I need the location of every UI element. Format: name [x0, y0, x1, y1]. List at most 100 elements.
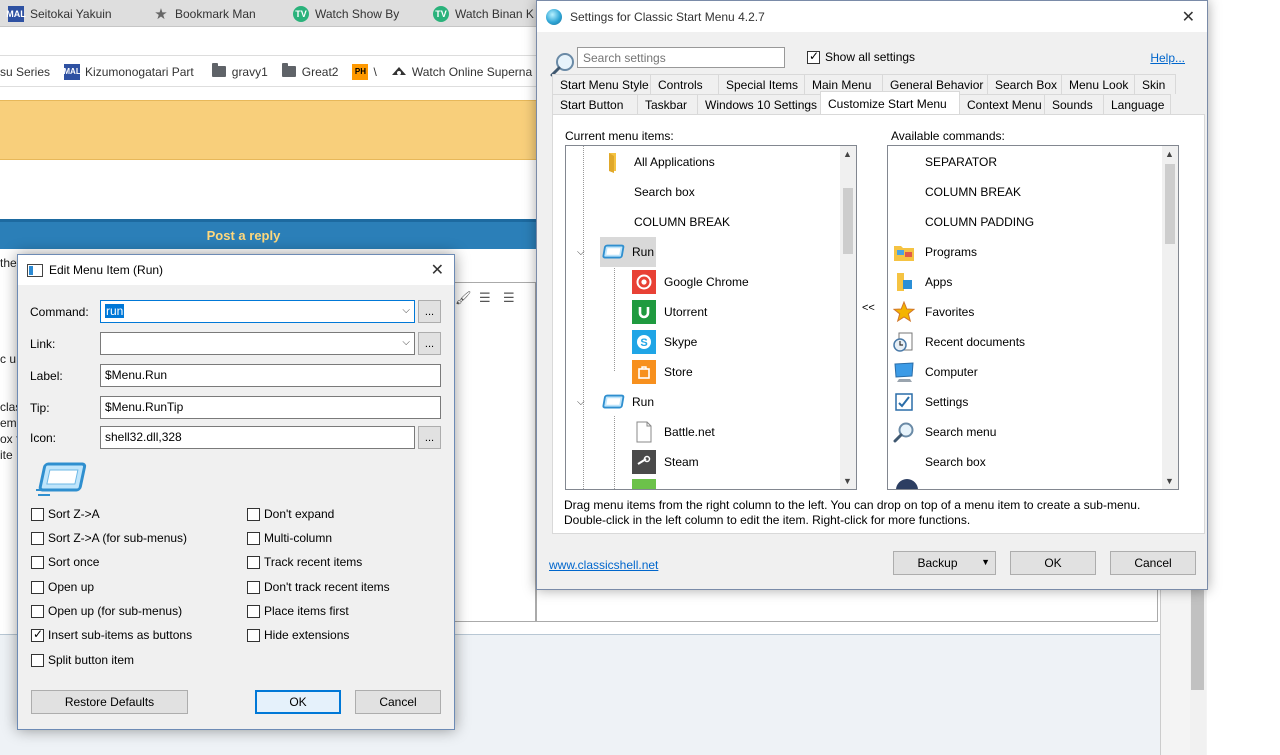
- command-search-box[interactable]: Search box: [892, 447, 986, 477]
- current-menu-items-tree[interactable]: All Applications Search box COLUMN BREAK…: [565, 145, 857, 490]
- search-settings-input[interactable]: [577, 47, 785, 68]
- settings-ok-button[interactable]: OK: [1010, 551, 1096, 575]
- checkbox-box[interactable]: [31, 653, 44, 667]
- bookmark-folder[interactable]: Great2: [281, 63, 338, 79]
- chevron-down-icon[interactable]: ⌵: [402, 337, 410, 348]
- tab-start-menu-style[interactable]: Start Menu Style: [552, 74, 651, 94]
- brush-icon[interactable]: 🖌: [455, 290, 472, 306]
- tree-item-skype[interactable]: S Skype: [632, 327, 697, 357]
- option-sort-once[interactable]: Sort once: [31, 555, 99, 569]
- command-separator[interactable]: SEPARATOR: [892, 147, 997, 177]
- option-sort-z-a-submenus[interactable]: Sort Z->A (for sub-menus): [31, 531, 187, 545]
- edit-dialog-titlebar[interactable]: Edit Menu Item (Run) ✕: [18, 255, 454, 285]
- option-open-up-submenus[interactable]: Open up (for sub-menus): [31, 604, 182, 618]
- chevron-down-icon[interactable]: ⌵: [577, 397, 585, 408]
- option-open-up[interactable]: Open up: [31, 580, 94, 594]
- checkbox-box[interactable]: [31, 555, 44, 569]
- available-commands-scrollbar[interactable]: ▲ ▼: [1162, 146, 1178, 489]
- chevron-down-icon[interactable]: ⌵: [577, 247, 585, 258]
- command-column-break[interactable]: COLUMN BREAK: [892, 177, 1021, 207]
- command-favorites[interactable]: Favorites: [892, 297, 974, 327]
- show-all-settings-checkbox[interactable]: Show all settings: [807, 49, 915, 64]
- scroll-up-icon[interactable]: ▲: [843, 149, 852, 159]
- add-to-menu-button[interactable]: <<: [862, 302, 875, 314]
- tab-controls[interactable]: Controls: [650, 74, 719, 94]
- browser-address-bar[interactable]: [0, 28, 560, 56]
- icon-browse-button[interactable]: ...: [418, 426, 441, 449]
- checkbox-box[interactable]: [807, 49, 820, 64]
- tree-item-run[interactable]: Run: [600, 387, 656, 417]
- checkbox-box[interactable]: [31, 507, 44, 521]
- command-recent-documents[interactable]: Recent documents: [892, 327, 1025, 357]
- tree-item-utorrent[interactable]: Utorrent: [632, 297, 707, 327]
- align-center-icon[interactable]: ☰: [479, 290, 495, 306]
- command-settings[interactable]: Settings: [892, 387, 968, 417]
- tab-context-menu[interactable]: Context Menu: [959, 94, 1045, 114]
- option-sort-z-a[interactable]: Sort Z->A: [31, 507, 100, 521]
- tab-taskbar[interactable]: Taskbar: [637, 94, 698, 114]
- checkbox-box[interactable]: [31, 580, 44, 594]
- message-editor-bottom[interactable]: [536, 590, 1158, 622]
- link-browse-button[interactable]: ...: [418, 332, 441, 355]
- command-column-padding[interactable]: COLUMN PADDING: [892, 207, 1034, 237]
- icon-field[interactable]: shell32.dll,328: [100, 426, 415, 449]
- command-programs[interactable]: Programs: [892, 237, 977, 267]
- option-dont-track-recent-items[interactable]: Don't track recent items: [247, 580, 390, 594]
- scroll-down-icon[interactable]: ▼: [843, 476, 852, 486]
- tree-item-search-box[interactable]: Search box: [602, 177, 695, 207]
- option-place-items-first[interactable]: Place items first: [247, 604, 349, 618]
- checkbox-box[interactable]: [247, 507, 260, 521]
- tree-item-run-selected[interactable]: Run: [600, 237, 657, 267]
- option-split-button-item[interactable]: Split button item: [31, 653, 134, 667]
- settings-cancel-button[interactable]: Cancel: [1110, 551, 1196, 575]
- command-browse-button[interactable]: ...: [418, 300, 441, 323]
- option-dont-expand[interactable]: Don't expand: [247, 507, 334, 521]
- edit-cancel-button[interactable]: Cancel: [355, 690, 441, 714]
- option-hide-extensions[interactable]: Hide extensions: [247, 628, 349, 642]
- tab-search-box[interactable]: Search Box: [987, 74, 1062, 94]
- settings-titlebar[interactable]: Settings for Classic Start Menu 4.2.7 ✕: [537, 1, 1207, 32]
- help-link[interactable]: Help...: [1150, 51, 1185, 65]
- close-icon[interactable]: ✕: [431, 260, 444, 280]
- tab-skin[interactable]: Skin: [1134, 74, 1176, 94]
- tree-item-battle-net[interactable]: Battle.net: [632, 417, 715, 447]
- option-track-recent-items[interactable]: Track recent items: [247, 555, 362, 569]
- close-icon[interactable]: ✕: [1182, 7, 1195, 27]
- message-editor[interactable]: [454, 282, 536, 622]
- checkbox-box[interactable]: [247, 604, 260, 618]
- checkbox-box[interactable]: [247, 555, 260, 569]
- label-field[interactable]: $Menu.Run: [100, 364, 441, 387]
- tree-item-column-break[interactable]: COLUMN BREAK: [602, 207, 730, 237]
- command-computer[interactable]: Computer: [892, 357, 978, 387]
- command-search-menu[interactable]: Search menu: [892, 417, 996, 447]
- tab-customize-start-menu[interactable]: Customize Start Menu: [820, 91, 960, 114]
- tab-sounds[interactable]: Sounds: [1044, 94, 1104, 114]
- scroll-down-icon[interactable]: ▼: [1165, 476, 1174, 486]
- page-scrollbar-thumb[interactable]: [1191, 590, 1204, 690]
- checkbox-box[interactable]: [247, 628, 260, 642]
- option-insert-sub-items-as-buttons[interactable]: Insert sub-items as buttons: [31, 627, 192, 642]
- tree-item-steam[interactable]: Steam: [632, 447, 699, 477]
- classicshell-link[interactable]: www.classicshell.net: [549, 558, 658, 572]
- tab-menu-look[interactable]: Menu Look: [1061, 74, 1135, 94]
- scrollbar-thumb[interactable]: [1165, 164, 1175, 244]
- available-commands-list[interactable]: SEPARATOR COLUMN BREAK COLUMN PADDING Pr…: [887, 145, 1179, 490]
- tab-special-items[interactable]: Special Items: [718, 74, 805, 94]
- tab-windows-10-settings[interactable]: Windows 10 Settings: [697, 94, 821, 114]
- bookmark-item[interactable]: su Series: [0, 65, 50, 79]
- bookmark-folder[interactable]: gravy1: [211, 63, 268, 79]
- tip-field[interactable]: $Menu.RunTip: [100, 396, 441, 419]
- link-combobox[interactable]: ⌵: [100, 332, 415, 355]
- browser-tab-2[interactable]: ★ Bookmark Man: [145, 0, 285, 27]
- tree-item-all-applications[interactable]: All Applications: [602, 147, 715, 177]
- checkbox-box[interactable]: [247, 580, 260, 594]
- tab-start-button[interactable]: Start Button: [552, 94, 638, 114]
- tab-language[interactable]: Language: [1103, 94, 1171, 114]
- current-items-scrollbar[interactable]: ▲ ▼: [840, 146, 856, 489]
- align-right-icon[interactable]: ☰: [503, 290, 519, 306]
- bookmark-item[interactable]: MAL Kizumonogatari Part: [63, 63, 194, 80]
- checkbox-box[interactable]: [31, 604, 44, 618]
- chevron-down-icon[interactable]: ⌵: [402, 305, 410, 316]
- bookmark-item[interactable]: PH \: [352, 63, 377, 80]
- browser-tab-1[interactable]: MAL Seitokai Yakuin: [0, 0, 145, 27]
